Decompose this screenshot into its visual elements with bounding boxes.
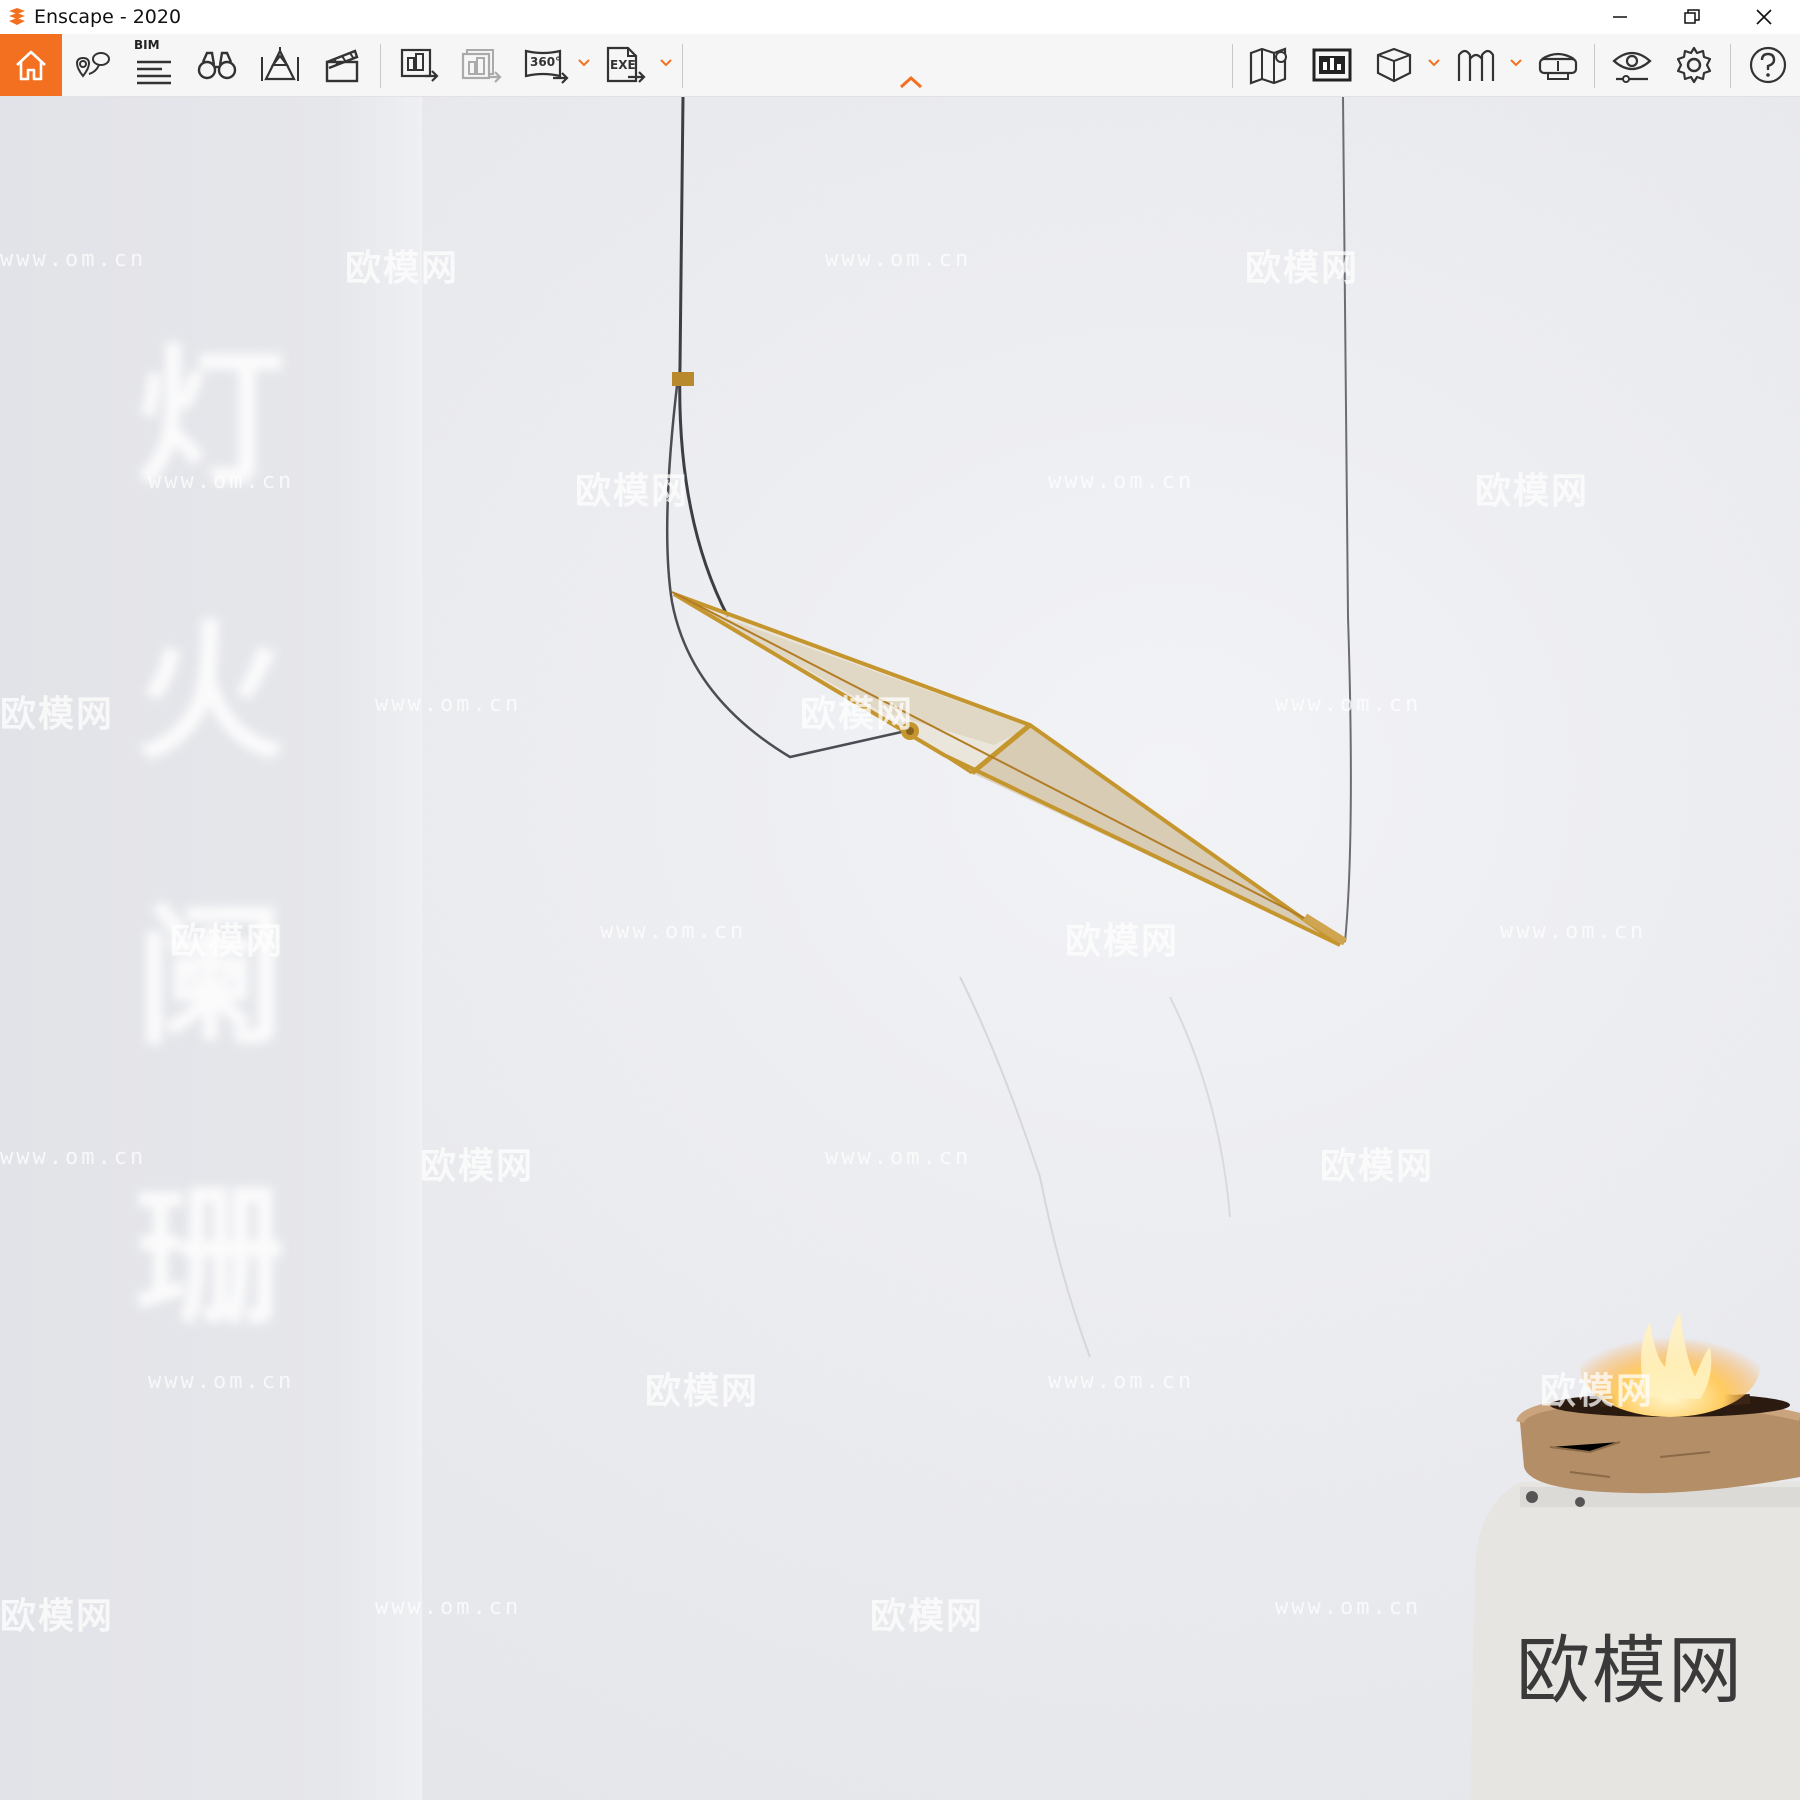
cube-view-button[interactable]: [1370, 42, 1418, 88]
toolbar-separator: [380, 44, 381, 88]
bim-button[interactable]: BIM: [130, 38, 178, 88]
ortho-view-button[interactable]: [1452, 42, 1500, 88]
render-export-icon: [399, 46, 441, 84]
asset-library-button[interactable]: [1308, 42, 1356, 88]
watermark-url: www.om.cn: [825, 1145, 972, 1170]
visual-settings-button[interactable]: [1608, 42, 1656, 88]
toolbar-separator: [682, 44, 683, 88]
watermark-url: www.om.cn: [0, 247, 147, 272]
watermark-text: 欧模网: [345, 248, 460, 289]
watermark-url: www.om.cn: [375, 1595, 522, 1620]
watermark-text: 欧模网: [1245, 248, 1360, 289]
batch-render-icon: [460, 46, 504, 84]
watermark-url: www.om.cn: [148, 469, 295, 494]
exe-export-icon: EXE: [604, 45, 648, 85]
screenshot-button[interactable]: [396, 42, 444, 88]
exe-label: EXE: [610, 58, 636, 72]
exe-dropdown[interactable]: [659, 56, 673, 70]
toolbar-separator: [1232, 44, 1233, 88]
exe-export-button[interactable]: EXE: [602, 42, 650, 88]
panorama-360-icon: 360°: [523, 46, 573, 84]
watermark-text: 欧模网: [0, 694, 115, 735]
ortho-view-icon: [1454, 45, 1498, 85]
toolbar-separator: [1594, 44, 1595, 88]
watermark-text: 欧模网: [1065, 921, 1180, 962]
map-button[interactable]: [1246, 42, 1294, 88]
corner-logo: 欧模网: [1516, 1628, 1744, 1714]
window-title: Enscape - 2020: [34, 6, 182, 28]
batch-render-button[interactable]: [458, 42, 506, 88]
location-pin-icon: [71, 46, 113, 84]
video-editor-button[interactable]: [318, 42, 366, 88]
watermark-text: 欧模网: [170, 921, 285, 962]
watermark-url: www.om.cn: [375, 692, 522, 717]
chevron-down-icon: [1428, 59, 1440, 67]
home-button[interactable]: [0, 34, 62, 96]
minimize-button[interactable]: [1584, 0, 1656, 34]
bim-label: BIM: [134, 38, 160, 52]
chevron-up-icon: [898, 74, 924, 90]
asset-library-icon: [1311, 46, 1353, 84]
ortho-view-dropdown[interactable]: [1509, 56, 1523, 70]
gear-icon: [1674, 45, 1714, 85]
map-icon: [1248, 45, 1292, 85]
watermark-url: www.om.cn: [1048, 469, 1195, 494]
bim-list-icon: [134, 56, 174, 86]
vr-headset-button[interactable]: [1534, 42, 1582, 88]
watermark-text: 欧模网: [420, 1146, 535, 1187]
enscape-logo-icon: [6, 6, 28, 28]
watermark-text: 欧模网: [575, 471, 690, 512]
chevron-down-icon: [660, 59, 672, 67]
watermark-url: www.om.cn: [1275, 1595, 1422, 1620]
help-button[interactable]: [1744, 42, 1792, 88]
home-icon: [12, 46, 50, 84]
watermark-url: www.om.cn: [1500, 919, 1647, 944]
watermark-text: 欧模网: [1475, 471, 1590, 512]
help-icon: [1748, 45, 1788, 85]
clapperboard-icon: [322, 47, 362, 83]
main-toolbar: BIM 360° EXE: [0, 34, 1800, 97]
watermark-text: 欧模网: [0, 1596, 115, 1637]
watermark-text: 欧模网: [870, 1596, 985, 1637]
toolbar-separator: [1730, 44, 1731, 88]
panorama-dropdown[interactable]: [577, 56, 591, 70]
settings-button[interactable]: [1670, 42, 1718, 88]
restore-button[interactable]: [1656, 0, 1728, 34]
panorama-button[interactable]: 360°: [520, 42, 576, 88]
chevron-down-icon: [578, 59, 590, 67]
watermark-url: www.om.cn: [1275, 692, 1422, 717]
chevron-down-icon: [1510, 59, 1522, 67]
binoculars-icon: [195, 47, 239, 83]
watermark-url: www.om.cn: [825, 247, 972, 272]
location-button[interactable]: [68, 42, 116, 88]
light-cone-icon: [258, 45, 302, 85]
vr-headset-icon: [1536, 45, 1580, 85]
panorama-label: 360°: [530, 55, 562, 69]
watermark-url: www.om.cn: [148, 1369, 295, 1394]
watermark-text: 欧模网: [1540, 1371, 1655, 1412]
watermark-text: 欧模网: [1320, 1146, 1435, 1187]
binoculars-button[interactable]: [193, 42, 241, 88]
title-bar: Enscape - 2020: [0, 0, 1800, 34]
watermark-url: www.om.cn: [600, 919, 747, 944]
visual-settings-icon: [1610, 45, 1654, 85]
close-button[interactable]: [1728, 0, 1800, 34]
watermark-url: www.om.cn: [0, 1145, 147, 1170]
collapse-toolbar-button[interactable]: [898, 74, 924, 92]
watermark-text: 欧模网: [645, 1371, 760, 1412]
cube-view-dropdown[interactable]: [1427, 56, 1441, 70]
light-button[interactable]: [256, 42, 304, 88]
watermark-text: 欧模网: [800, 694, 915, 735]
watermark-url: www.om.cn: [1048, 1369, 1195, 1394]
cube-view-icon: [1372, 45, 1416, 85]
render-viewport[interactable]: 灯 火 阑 珊 欧模网 欧模网 欧模网 欧模网 欧模网 欧模网 欧模网 欧模网 …: [0, 97, 1800, 1800]
